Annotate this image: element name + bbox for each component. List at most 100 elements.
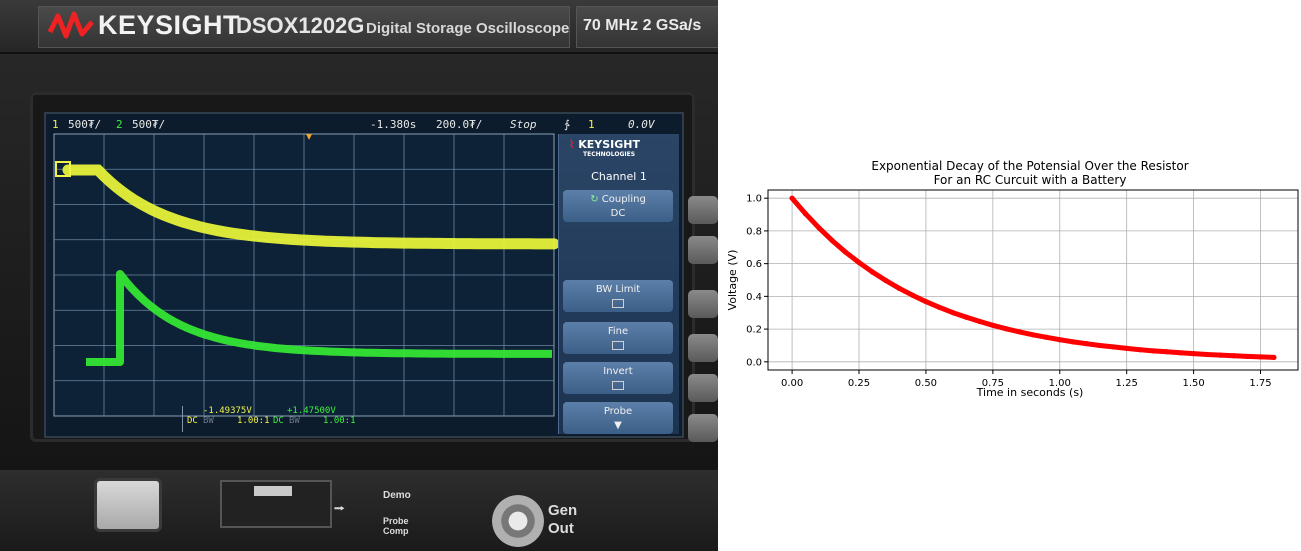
data-point — [1070, 339, 1076, 345]
softkey-hardware-button-6[interactable] — [688, 414, 718, 442]
softkey-hardware-button-2[interactable] — [688, 236, 718, 264]
data-point — [1124, 345, 1130, 351]
channel-readout: DC BW -1.49375V 1.00:1 DC BW +1.47500V 1… — [182, 406, 359, 432]
fine-softkey[interactable]: Fine — [563, 322, 673, 354]
data-point — [1204, 351, 1210, 358]
data-point — [883, 277, 889, 284]
ch1-coupling: DC — [187, 416, 198, 426]
data-point — [963, 314, 969, 320]
ch2-bw: BW — [289, 416, 300, 426]
usb-slot — [254, 486, 292, 496]
data-point — [816, 225, 822, 231]
ch2-scale: 500₮/ — [132, 118, 166, 131]
plot-area — [767, 189, 1299, 371]
keysight-small-logo-icon: ⌇ — [569, 138, 575, 151]
data-point — [1110, 344, 1116, 350]
trigger-slope-icon: ∱ — [564, 118, 570, 131]
run-state: Stop — [510, 118, 537, 131]
data-point — [1231, 353, 1237, 359]
channel-menu-panel: ⌇ KEYSIGHT TECHNOLOGIES Channel 1 ↻ Coup… — [558, 134, 679, 434]
data-point — [1257, 354, 1264, 360]
keysight-logo-icon — [48, 11, 94, 39]
data-point — [843, 249, 849, 255]
data-point — [1164, 349, 1170, 355]
gen-label: Gen — [548, 502, 578, 519]
data-point — [909, 292, 916, 298]
checkbox-icon — [612, 341, 624, 350]
data-point — [1244, 353, 1250, 360]
x-axis-label: Time in seconds (s) — [976, 386, 1084, 399]
data-point — [1030, 332, 1036, 338]
x-tick-label: 1.75 — [1249, 378, 1271, 389]
data-point — [1057, 337, 1063, 343]
gen-out-bnc-connector — [492, 495, 544, 547]
data-point — [856, 259, 862, 266]
chart-title-line-2: For an RC Curcuit with a Battery — [934, 173, 1127, 187]
data-point — [1083, 341, 1090, 347]
ch2-value: +1.47500V — [287, 406, 336, 416]
power-button[interactable] — [94, 478, 162, 532]
checkbox-icon — [612, 381, 624, 390]
menu-title: Channel 1 — [591, 170, 647, 183]
time-offset: -1.380s — [370, 118, 417, 131]
data-point — [789, 195, 795, 201]
trigger-level: 0.0V — [628, 118, 655, 131]
ch1-value: -1.49375V — [203, 406, 252, 416]
data-point — [990, 322, 996, 328]
x-tick-label: 0.00 — [781, 378, 803, 389]
probe-softkey[interactable]: Probe ▼ — [563, 402, 673, 434]
ch1-number: 1 — [52, 118, 59, 131]
x-tick-label: 0.50 — [915, 378, 937, 389]
ch1-scale: 500₮/ — [68, 118, 102, 131]
y-tick-label: 0.4 — [746, 292, 762, 303]
invert-softkey[interactable]: Invert — [563, 362, 673, 394]
data-point — [1271, 354, 1277, 360]
softkey-hardware-button-5[interactable] — [688, 374, 718, 402]
x-tick-label: 1.25 — [1116, 378, 1138, 389]
data-point — [1177, 350, 1183, 356]
softkey-hardware-button-1[interactable] — [688, 196, 718, 224]
data-point — [1137, 347, 1143, 353]
model-subtitle: Digital Storage Oscilloscope — [366, 20, 570, 37]
x-tick-label: 0.25 — [848, 378, 870, 389]
data-point — [950, 309, 956, 316]
data-point — [923, 299, 929, 305]
data-point — [1097, 342, 1103, 349]
data-point — [869, 269, 875, 275]
data-point — [829, 237, 835, 244]
spec-label: 70 MHz 2 GSa/s — [583, 17, 702, 34]
chart-title-line-1: Exponential Decay of the Potensial Over … — [871, 159, 1188, 173]
y-tick-label: 0.2 — [746, 325, 762, 336]
data-point — [896, 285, 902, 291]
data-point — [1043, 334, 1049, 340]
softkey-hardware-button-4[interactable] — [688, 334, 718, 362]
decay-chart: Exponential Decay of the Potensial Over … — [728, 159, 1299, 399]
data-point — [936, 304, 942, 310]
data-point — [802, 211, 809, 217]
model-name: DSOX1202G — [236, 13, 365, 38]
ch2-number: 2 — [116, 118, 123, 131]
checkbox-icon — [612, 299, 624, 308]
data-point — [1150, 348, 1157, 354]
data-point — [1003, 326, 1009, 332]
ch1-ratio: 1.00:1 — [237, 416, 270, 426]
y-tick-label: 0.6 — [746, 259, 762, 270]
timebase: 200.0₮/ — [436, 118, 483, 131]
coupling-softkey[interactable]: ↻ Coupling DC — [563, 190, 673, 222]
bw-limit-softkey[interactable]: BW Limit — [563, 280, 673, 312]
y-tick-label: 1.0 — [746, 194, 762, 205]
data-point — [976, 318, 983, 324]
oscilloscope-photo: KEYSIGHT DSOX1202G Digital Storage Oscil… — [0, 0, 718, 551]
x-tick-label: 1.50 — [1182, 378, 1204, 389]
ch1-bw: BW — [203, 416, 214, 426]
out-label: Out — [548, 520, 574, 537]
y-axis-label: Voltage (V) — [728, 250, 739, 311]
brand-name: KEYSIGHT — [98, 10, 241, 40]
softkey-hardware-button-3[interactable] — [688, 290, 718, 318]
refresh-icon: ↻ — [590, 194, 599, 205]
demo-label: Demo — [383, 490, 411, 501]
trigger-channel: 1 — [588, 118, 595, 131]
y-tick-label: 0.8 — [746, 226, 762, 237]
menu-logo: ⌇ KEYSIGHT TECHNOLOGIES — [569, 138, 640, 158]
probe-comp-label: Probe Comp — [383, 516, 409, 536]
